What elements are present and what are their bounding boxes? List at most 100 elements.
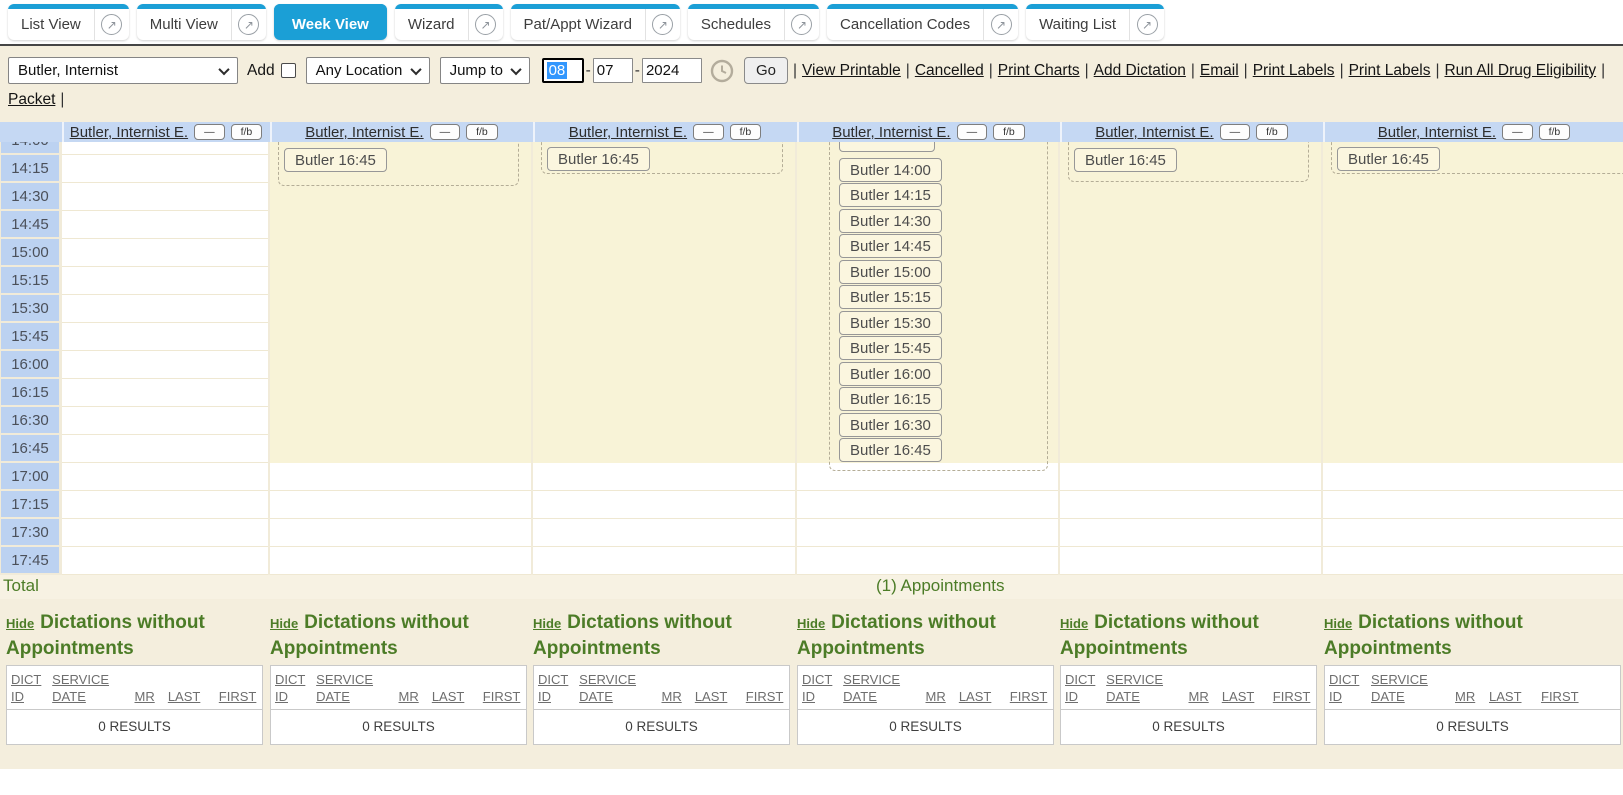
fb-button[interactable]: f/b [730, 124, 762, 140]
provider-column-link[interactable]: Butler, Internist E. [569, 124, 687, 141]
sort-mr-link[interactable]: MR [399, 688, 432, 705]
link-add-dictation[interactable]: Add Dictation [1094, 62, 1186, 80]
collapse-column-button[interactable]: — [430, 124, 461, 140]
tab-week-view[interactable]: Week View [274, 4, 387, 40]
sort-mr-link[interactable]: MR [135, 688, 168, 705]
appointment-slot-button[interactable]: Butler 15:45 [839, 336, 942, 360]
tab-schedules[interactable]: Schedules ↗ [688, 4, 819, 40]
tab-wizard[interactable]: Wizard ↗ [395, 4, 503, 40]
hide-link[interactable]: Hide [270, 616, 298, 631]
appointment-slot-button[interactable]: Butler 16:00 [839, 362, 942, 386]
appointment-slot-button[interactable]: Butler 16:45 [839, 438, 942, 462]
appointment-slot-button[interactable]: Butler 14:00 [839, 158, 942, 182]
link-cancelled[interactable]: Cancelled [915, 62, 984, 80]
sort-id-link[interactable]: ID [538, 688, 579, 705]
sort-service-link[interactable]: SERVICE [1106, 671, 1188, 688]
appointment-slot-button[interactable]: Butler 16:45 [1337, 147, 1440, 171]
sort-service-link[interactable]: SERVICE [52, 671, 134, 688]
tab-multi-view[interactable]: Multi View ↗ [137, 4, 266, 40]
go-button[interactable]: Go [744, 57, 788, 84]
fb-button[interactable]: f/b [1256, 124, 1288, 140]
link-run-all-drug-eligibility[interactable]: Run All Drug Eligibility [1444, 62, 1596, 80]
link-view-printable[interactable]: View Printable [802, 62, 901, 80]
hide-link[interactable]: Hide [6, 616, 34, 631]
sort-last-link[interactable]: LAST [432, 688, 483, 705]
sort-first-link[interactable]: FIRST [1010, 688, 1049, 705]
sort-first-link[interactable]: FIRST [1541, 688, 1581, 705]
sort-service-link[interactable]: SERVICE [1371, 671, 1455, 688]
sort-last-link[interactable]: LAST [1222, 688, 1273, 705]
link-email[interactable]: Email [1200, 62, 1239, 80]
sort-date-link[interactable]: DATE [579, 688, 661, 705]
jump-to-select[interactable]: Jump to [440, 57, 530, 84]
appointment-slot-button[interactable]: Butler 16:45 [1074, 148, 1177, 172]
fb-button[interactable]: f/b [1539, 124, 1571, 140]
sort-mr-link[interactable]: MR [1189, 688, 1222, 705]
sort-dict-link[interactable]: DICT [1065, 671, 1106, 688]
popout-arrow-icon[interactable]: ↗ [646, 14, 680, 35]
sort-dict-link[interactable]: DICT [1329, 671, 1371, 688]
appointment-slot-button[interactable]: Butler 16:45 [547, 147, 650, 171]
hide-link[interactable]: Hide [1324, 616, 1352, 631]
sort-last-link[interactable]: LAST [1489, 688, 1541, 705]
popout-arrow-icon[interactable]: ↗ [984, 14, 1018, 35]
sort-id-link[interactable]: ID [11, 688, 52, 705]
provider-column-link[interactable]: Butler, Internist E. [70, 124, 188, 141]
sort-mr-link[interactable]: MR [662, 688, 695, 705]
sort-last-link[interactable]: LAST [168, 688, 219, 705]
sort-mr-link[interactable]: MR [1455, 688, 1489, 705]
hide-link[interactable]: Hide [533, 616, 561, 631]
sort-service-link[interactable]: SERVICE [579, 671, 661, 688]
sort-dict-link[interactable]: DICT [275, 671, 316, 688]
sort-dict-link[interactable]: DICT [11, 671, 52, 688]
sort-date-link[interactable]: DATE [316, 688, 398, 705]
collapse-column-button[interactable]: — [1220, 124, 1251, 140]
sort-service-link[interactable]: SERVICE [316, 671, 398, 688]
add-checkbox[interactable] [281, 63, 296, 78]
appointment-slot-button[interactable]: Butler 16:15 [839, 387, 942, 411]
sort-id-link[interactable]: ID [1065, 688, 1106, 705]
appointment-slot-button[interactable]: Butler 15:00 [839, 260, 942, 284]
link-packet[interactable]: Packet [8, 91, 55, 109]
popout-arrow-icon[interactable]: ↗ [469, 14, 503, 35]
sort-id-link[interactable]: ID [802, 688, 843, 705]
clock-icon[interactable] [710, 59, 734, 83]
sort-first-link[interactable]: FIRST [219, 688, 258, 705]
sort-date-link[interactable]: DATE [52, 688, 134, 705]
date-year-input[interactable]: 2024 [642, 58, 702, 83]
fb-button[interactable]: f/b [231, 124, 263, 140]
link-print-labels-2[interactable]: Print Labels [1349, 62, 1431, 80]
collapse-column-button[interactable]: — [194, 124, 225, 140]
sort-first-link[interactable]: FIRST [746, 688, 785, 705]
tab-waiting-list[interactable]: Waiting List ↗ [1026, 4, 1164, 40]
location-select[interactable]: Any Location [306, 57, 430, 84]
sort-service-link[interactable]: SERVICE [843, 671, 925, 688]
tab-list-view[interactable]: List View ↗ [8, 4, 129, 40]
fb-button[interactable]: f/b [466, 124, 498, 140]
collapse-column-button[interactable]: — [693, 124, 724, 140]
hide-link[interactable]: Hide [1060, 616, 1088, 631]
popout-arrow-icon[interactable]: ↗ [95, 14, 129, 35]
sort-dict-link[interactable]: DICT [538, 671, 579, 688]
tab-cancellation-codes[interactable]: Cancellation Codes ↗ [827, 4, 1018, 40]
appointment-slot-button[interactable]: Butler 14:15 [839, 183, 942, 207]
tab-pat-appt-wizard[interactable]: Pat/Appt Wizard ↗ [511, 4, 680, 40]
appointment-slot-button[interactable]: Butler 16:30 [839, 413, 942, 437]
provider-column-link[interactable]: Butler, Internist E. [305, 124, 423, 141]
sort-mr-link[interactable]: MR [926, 688, 959, 705]
sort-last-link[interactable]: LAST [695, 688, 746, 705]
sort-date-link[interactable]: DATE [1371, 688, 1455, 705]
sort-date-link[interactable]: DATE [843, 688, 925, 705]
collapse-column-button[interactable]: — [1502, 124, 1533, 140]
provider-column-link[interactable]: Butler, Internist E. [1095, 124, 1213, 141]
date-month-input[interactable]: 08 [542, 58, 584, 83]
popout-arrow-icon[interactable]: ↗ [232, 14, 266, 35]
appointment-slot-button[interactable]: Butler 14:45 [839, 234, 942, 258]
date-day-input[interactable]: 07 [593, 58, 633, 83]
link-print-labels-1[interactable]: Print Labels [1253, 62, 1335, 80]
sort-last-link[interactable]: LAST [959, 688, 1010, 705]
provider-column-link[interactable]: Butler, Internist E. [1378, 124, 1496, 141]
sort-first-link[interactable]: FIRST [483, 688, 522, 705]
appointment-slot-button[interactable]: Butler 15:30 [839, 311, 942, 335]
popout-arrow-icon[interactable]: ↗ [785, 14, 819, 35]
